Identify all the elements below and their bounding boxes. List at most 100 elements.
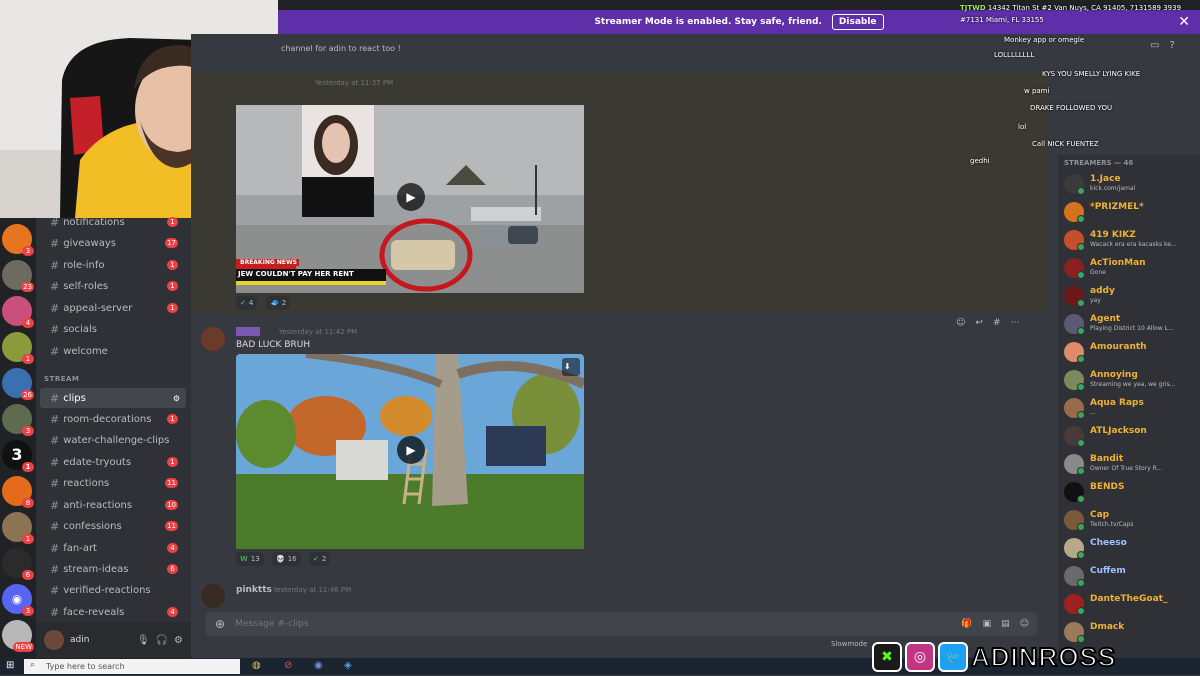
emoji-icon[interactable]: ☺ (1020, 619, 1029, 629)
chat-line: #7131 Miami, FL 33155 (960, 16, 1044, 24)
channel-giveaways[interactable]: # giveaways 17 (40, 233, 186, 253)
channel-face-reveals[interactable]: # face-reveals 4 (40, 602, 186, 622)
member-item[interactable]: AcTionMan Gone (1064, 255, 1198, 281)
channel-anti-reactions[interactable]: # anti-reactions 10 (40, 495, 186, 515)
inbox-icon[interactable]: ▭ (1150, 40, 1159, 51)
chat-line: gedhi (970, 157, 990, 165)
channel-welcome[interactable]: # welcome (40, 341, 186, 361)
reaction-check[interactable]: ✔ 2 (309, 552, 331, 566)
member-item[interactable]: Annoying Streaming we yea, we gris... (1064, 367, 1198, 393)
member-name: AcTionMan (1090, 258, 1146, 268)
channel-clips[interactable]: # clips ⚙ (40, 388, 186, 408)
channel-verified-reactions[interactable]: # verified-reactions (40, 580, 186, 600)
member-item[interactable]: Bandit Owner Of True Story R... (1064, 451, 1198, 477)
more-icon[interactable]: ⋯ (1010, 318, 1019, 328)
windows-start-icon[interactable]: ⊞ (6, 660, 14, 671)
member-item[interactable]: Aqua Raps... (1064, 395, 1198, 421)
reaction-cap[interactable]: 🧢 2 (266, 296, 291, 310)
member-item[interactable]: 419 KIKZ Wacack era era kacasks ke... (1064, 227, 1198, 253)
chat-line: DRAKE FOLLOWED YOU (1030, 104, 1112, 112)
add-reaction-icon[interactable]: ☺ (956, 318, 965, 328)
discord-taskbar-icon[interactable]: ◉ (314, 660, 323, 671)
member-item[interactable]: Cheeso (1064, 535, 1198, 561)
settings-icon[interactable]: ⚙ (173, 394, 180, 403)
member-item[interactable]: BENDS (1064, 479, 1198, 505)
category-stream[interactable]: STREAM (44, 375, 79, 383)
server-icon[interactable]: 3 (2, 224, 34, 256)
member-status: Gone (1090, 269, 1106, 276)
channel-edate-tryouts[interactable]: # edate-tryouts 1 (40, 452, 186, 472)
channel-water-challenge-clips[interactable]: # water-challenge-clips (40, 430, 186, 450)
chrome-icon[interactable]: ◍ (252, 660, 261, 671)
channel-notifications[interactable]: # notifications 1 (40, 212, 186, 232)
hash-icon: # (50, 455, 60, 469)
play-icon[interactable]: ▶ (397, 436, 425, 464)
channel-room-decorations[interactable]: # room-decorations 1 (40, 409, 186, 429)
disable-button[interactable]: Disable (831, 14, 884, 30)
member-item[interactable]: Agent Playing District 10 Allow L... (1064, 311, 1198, 337)
channel-self-roles[interactable]: # self-roles 1 (40, 276, 186, 296)
avatar[interactable] (201, 327, 225, 351)
author-name[interactable]: pinktts (236, 585, 272, 595)
play-icon[interactable]: ▶ (397, 183, 425, 211)
member-name: addy (1090, 286, 1115, 296)
avatar[interactable] (201, 584, 225, 608)
thread-icon[interactable]: # (993, 318, 1001, 328)
member-item[interactable]: ATLJackson (1064, 423, 1198, 449)
member-item[interactable]: Amouranth (1064, 339, 1198, 365)
add-attachment-icon[interactable]: ⊕ (215, 617, 225, 631)
channel-label: giveaways (63, 237, 116, 249)
help-icon[interactable]: ? (1169, 40, 1174, 51)
reply-icon[interactable]: ↩ (975, 318, 983, 328)
member-item[interactable]: addy yay (1064, 283, 1198, 309)
server-icon[interactable]: 6 (2, 548, 34, 580)
reaction-check[interactable]: ✔ 4 (236, 296, 258, 310)
channel-label: edate-tryouts (63, 456, 132, 468)
download-icon[interactable]: ⬇ (564, 362, 571, 371)
headphones-icon[interactable]: 🎧 (156, 635, 168, 646)
server-icon[interactable]: 1 (2, 332, 34, 364)
chat-text: 14342 Titan St #2 Van Nuys, CA 91405, 71… (987, 4, 1182, 12)
app-icon[interactable]: ◈ (344, 660, 352, 671)
channel-stream-ideas[interactable]: # stream-ideas 6 (40, 559, 186, 579)
gear-icon[interactable]: ⚙ (174, 635, 183, 646)
member-item[interactable]: Cuffem (1064, 563, 1198, 589)
server-icon[interactable]: 3 (2, 404, 34, 436)
channel-badge: 1 (167, 457, 178, 467)
discord-icon[interactable]: ◉ 3 (2, 584, 34, 616)
channel-confessions[interactable]: # confessions 11 (40, 516, 186, 536)
channel-label: fan-art (63, 542, 97, 554)
server-icon[interactable]: 23 (2, 260, 34, 292)
server-icon-3[interactable]: 31 (2, 440, 34, 472)
reaction-w[interactable]: W 13 (236, 552, 264, 566)
taskbar-search[interactable]: ⌕ Type here to search (24, 659, 240, 674)
server-icon[interactable]: 4 (2, 296, 34, 328)
reaction-count: 2 (281, 299, 287, 307)
message-input[interactable]: ⊕ Message #-clips 🎁 ▣ ▤ ☺ (205, 612, 1037, 636)
sticker-icon[interactable]: ▤ (1001, 619, 1010, 629)
member-item[interactable]: 1.Jace kick.com/jamal (1064, 171, 1198, 197)
app-icon[interactable]: ⊘ (284, 660, 292, 671)
member-item[interactable]: *PRIZMEL* (1064, 199, 1198, 225)
channel-role-info[interactable]: # role-info 1 (40, 255, 186, 275)
channel-label: role-info (63, 259, 105, 271)
server-icon[interactable]: NEW (2, 620, 34, 652)
chat-text: Monkey app or omegle (1004, 36, 1085, 44)
channel-appeal-server[interactable]: # appeal-server 1 (40, 298, 186, 318)
server-icon[interactable]: 8 (2, 476, 34, 508)
microphone-icon[interactable]: 🎙 (137, 635, 150, 646)
channel-socials[interactable]: # socials (40, 319, 186, 339)
avatar[interactable] (44, 630, 64, 650)
gif-icon[interactable]: ▣ (983, 619, 992, 629)
server-icon[interactable]: 1 (2, 512, 34, 544)
server-icon[interactable]: 26 (2, 368, 34, 400)
member-item[interactable]: Cap Twitch.tv/Caps (1064, 507, 1198, 533)
channel-badge: 6 (167, 564, 178, 574)
gift-icon[interactable]: 🎁 (961, 619, 972, 629)
channel-reactions[interactable]: # reactions 11 (40, 473, 186, 493)
username: adin (70, 635, 90, 645)
channel-fan-art[interactable]: # fan-art 4 (40, 538, 186, 558)
reaction-skull[interactable]: 💀 16 (272, 552, 301, 566)
member-item[interactable]: DanteTheGoat_ (1064, 591, 1198, 617)
author-name[interactable] (236, 327, 260, 336)
